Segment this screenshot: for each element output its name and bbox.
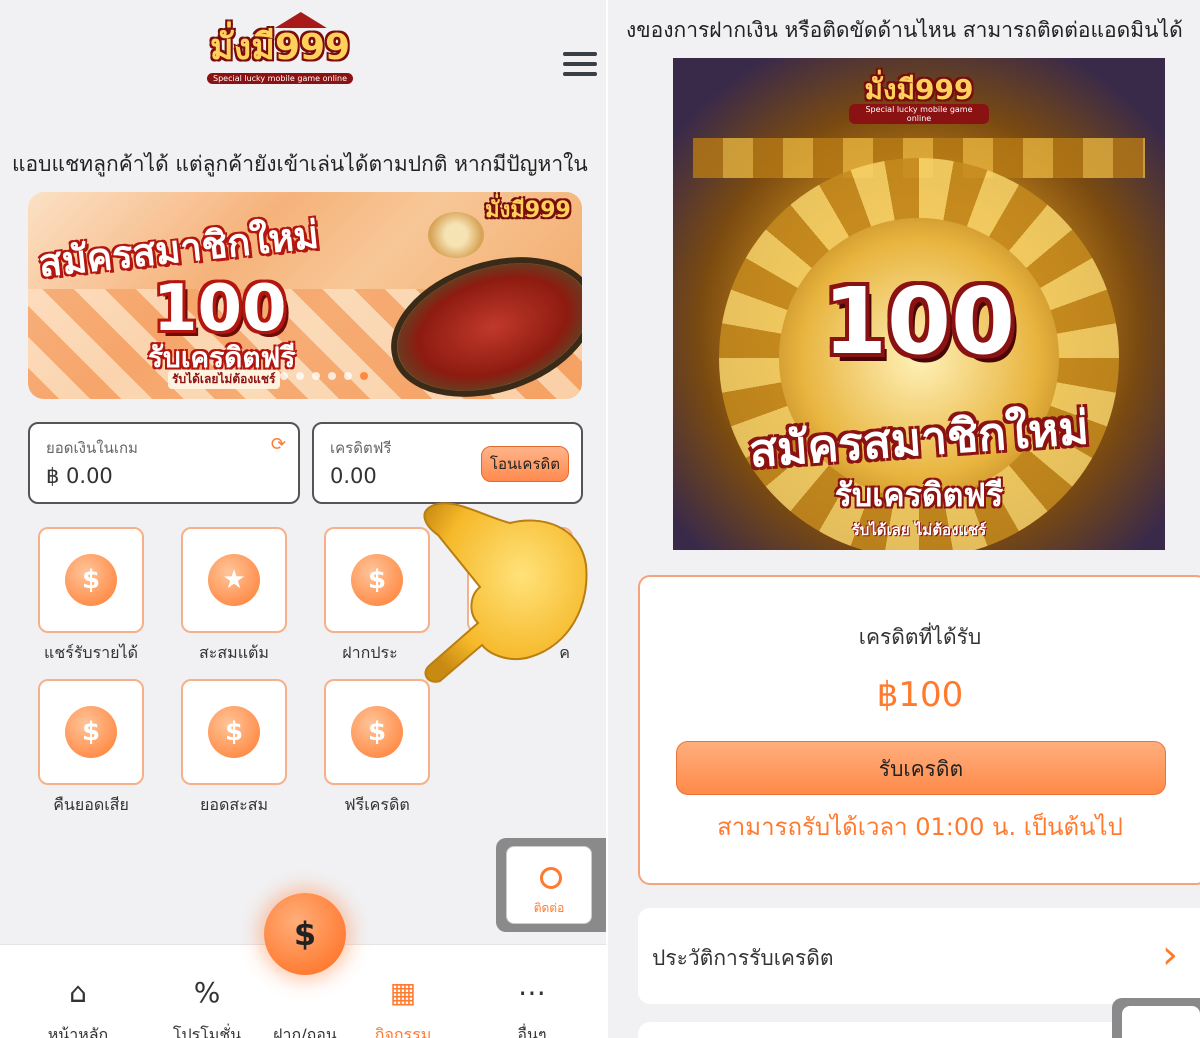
menu-label: ยอดสะสม xyxy=(199,795,269,814)
pointing-hand-icon xyxy=(423,502,588,683)
credit-received-card: เครดิตที่ได้รับ ฿100 รับเครดิต สามารถรับ… xyxy=(638,575,1200,885)
nav-label: โปรโมชั่น xyxy=(172,1025,242,1038)
banner-amount: 100 xyxy=(153,272,287,346)
balance-value: ฿ 0.00 xyxy=(46,464,113,488)
nav-home[interactable]: ⌂ หน้าหลัก xyxy=(28,975,128,1038)
banner-note: รับได้เลย ไม่ต้องแชร์ xyxy=(851,521,987,539)
credit-amount: ฿100 xyxy=(876,675,964,715)
app-screenshot: มั่งมี999 Special lucky mobile game onli… xyxy=(0,0,1200,1038)
home-icon: ⌂ xyxy=(69,976,87,1009)
cashback-icon: $ xyxy=(65,706,117,758)
banner-logo: มั่งมี999 Special lucky mobile game onli… xyxy=(849,76,989,125)
headset-icon xyxy=(540,867,562,889)
nav-label: ฝาก/ถอน xyxy=(273,1025,337,1038)
free-credit-value: 0.00 xyxy=(330,464,377,488)
claim-time-note: สามารถรับได้เวลา 01:00 น. เป็นต้นไป xyxy=(717,813,1123,841)
deposit-withdraw-fab[interactable]: $ xyxy=(264,893,346,975)
carousel-dots[interactable] xyxy=(280,372,368,380)
banner-amount: 100 xyxy=(822,268,1016,375)
contact-button-partial[interactable] xyxy=(1122,1006,1200,1038)
nav-label: หน้าหลัก xyxy=(47,1025,109,1038)
brand-logo: มั่งมี999 Special lucky mobile game onli… xyxy=(200,12,360,85)
announcement-marquee: แอบแชทลูกค้าได้ แต่ลูกค้ายังเข้าเล่นได้ต… xyxy=(12,152,588,176)
star-icon: ★ xyxy=(208,554,260,606)
game-balance-card: ยอดเงินในเกม ⟳ ฿ 0.00 xyxy=(28,422,300,504)
banner-note: รับได้เลยไม่ต้องแชร์ xyxy=(168,370,280,389)
banner-logo: มั่งมี999 xyxy=(485,198,571,223)
calendar-icon: ▦ xyxy=(389,976,417,1009)
contact-button[interactable]: ติดต่อ xyxy=(506,846,592,924)
exchange-icon: $ xyxy=(293,915,317,953)
menu-free-credit[interactable]: $ xyxy=(324,679,430,785)
menu-label: คืนยอดเสีย xyxy=(53,795,129,814)
contact-widget: ติดต่อ xyxy=(496,838,608,932)
menu-share-income[interactable]: $ xyxy=(38,527,144,633)
nav-deposit-withdraw[interactable]: ฝาก/ถอน xyxy=(255,975,355,1038)
nav-activity[interactable]: ▦ กิจกรรม xyxy=(353,975,453,1038)
promotion-icon: % xyxy=(193,976,221,1009)
credit-title: เครดิตที่ได้รับ xyxy=(858,625,982,649)
transfer-credit-button[interactable]: โอนเครดิต xyxy=(481,446,569,482)
nav-promotion[interactable]: % โปรโมชั่น xyxy=(157,975,257,1038)
coins-hand-icon: $ xyxy=(65,554,117,606)
nav-label: อื่นๆ xyxy=(517,1025,547,1038)
logo-text: มั่งมี999 xyxy=(209,27,351,68)
menu-label: สะสมแต้ม xyxy=(199,643,269,662)
banner-free-credit: รับเครดิตฟรี xyxy=(834,476,1004,514)
coin-stack-icon: $ xyxy=(351,706,403,758)
credit-history-label: ประวัติการรับเครดิต xyxy=(652,946,834,970)
free-credit-screen: งของการฝากเงิน หรือติดขัดด้านไหน สามารถต… xyxy=(608,0,1200,1038)
free-credit-card: เครดิตฟรี 0.00 โอนเครดิต xyxy=(312,422,583,504)
hamburger-menu-icon[interactable] xyxy=(563,52,597,80)
menu-label: แชร์รับรายได้ xyxy=(44,643,138,662)
chevron-right-icon: › xyxy=(1162,932,1178,978)
roof-icon xyxy=(274,12,327,28)
nav-label: กิจกรรม xyxy=(374,1025,432,1038)
refresh-icon[interactable]: ⟳ xyxy=(271,434,286,455)
nav-more[interactable]: ⋯ อื่นๆ xyxy=(482,975,582,1038)
money-bag-icon: $ xyxy=(208,706,260,758)
menu-cashback[interactable]: $ xyxy=(38,679,144,785)
announcement-marquee: งของการฝากเงิน หรือติดขัดด้านไหน สามารถต… xyxy=(626,18,1183,42)
menu-deposit[interactable]: $ xyxy=(324,527,430,633)
menu-label: ฝากประ xyxy=(342,643,398,662)
promo-banner[interactable]: มั่งมี999 สมัครสมาชิกใหม่ 100 รับเครดิตฟ… xyxy=(28,192,582,399)
credit-history-row[interactable]: ประวัติการรับเครดิต › xyxy=(638,908,1200,1004)
lotus-root-image xyxy=(428,212,484,258)
contact-widget[interactable] xyxy=(1112,998,1200,1038)
balance-label: ยอดเงินในเกม xyxy=(46,439,138,457)
contact-label: ติดต่อ xyxy=(533,901,565,915)
claim-credit-button[interactable]: รับเครดิต xyxy=(676,741,1166,795)
free-credit-label: เครดิตฟรี xyxy=(330,439,392,457)
menu-label: ฟรีเครดิต xyxy=(344,795,410,814)
menu-accumulated[interactable]: $ xyxy=(181,679,287,785)
more-icon: ⋯ xyxy=(518,976,546,1009)
free-credit-banner: มั่งมี999 Special lucky mobile game onli… xyxy=(673,58,1165,550)
home-screen: มั่งมี999 Special lucky mobile game onli… xyxy=(0,0,608,1038)
logo-subtitle: Special lucky mobile game online xyxy=(207,73,353,84)
nav-spacer-icon xyxy=(287,975,323,1011)
piggy-bank-icon: $ xyxy=(351,554,403,606)
menu-points[interactable]: ★ xyxy=(181,527,287,633)
